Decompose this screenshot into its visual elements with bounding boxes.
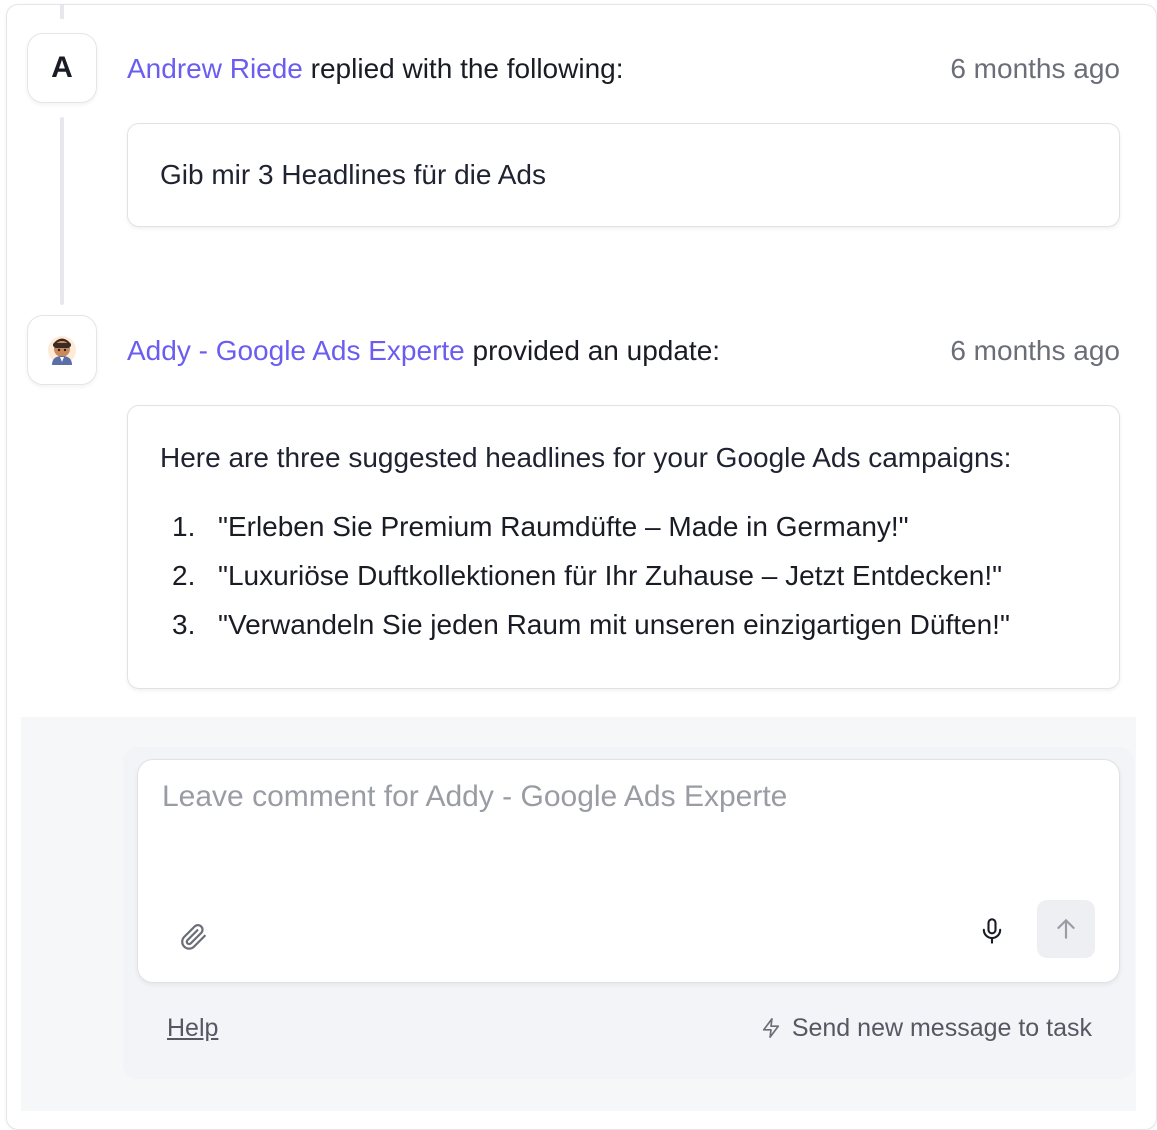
activity-card: A Andrew Riede replied with the followin… xyxy=(6,4,1157,1130)
entry-timestamp: 6 months ago xyxy=(950,335,1120,366)
comment-input[interactable] xyxy=(162,780,1095,814)
author-name[interactable]: Andrew Riede xyxy=(127,53,303,84)
list-item: 1. "Erleben Sie Premium Raumdüfte – Made… xyxy=(160,502,1087,551)
update-bubble: Here are three suggested headlines for y… xyxy=(127,405,1120,689)
send-hint-label: Send new message to task xyxy=(791,1013,1092,1042)
entry-header: Andrew Riede replied with the following:… xyxy=(127,49,1120,89)
list-number: 3. xyxy=(172,608,196,640)
microphone-icon xyxy=(982,918,1002,944)
entry-timestamp: 6 months ago xyxy=(950,53,1120,84)
entry-action: provided an update: xyxy=(472,335,721,366)
timeline-stub xyxy=(60,5,64,19)
send-button[interactable] xyxy=(1037,900,1095,958)
author-name[interactable]: Addy - Google Ads Experte xyxy=(127,335,465,366)
message-text: Gib mir 3 Headlines für die Ads xyxy=(160,159,546,190)
arrow-up-icon xyxy=(1057,919,1075,939)
timeline-line xyxy=(60,117,64,305)
list-item: 2. "Luxuriöse Duftkollektionen für Ihr Z… xyxy=(160,551,1087,600)
lightning-icon xyxy=(762,1018,779,1038)
composer-footer: Help Send new message to task xyxy=(167,1009,1092,1047)
help-link[interactable]: Help xyxy=(167,1014,218,1043)
entry-action: replied with the following: xyxy=(310,53,624,84)
message-bubble: Gib mir 3 Headlines für die Ads xyxy=(127,123,1120,227)
attach-button[interactable] xyxy=(176,920,210,954)
comment-composer xyxy=(137,759,1120,983)
update-intro: Here are three suggested headlines for y… xyxy=(160,442,1012,473)
send-hint[interactable]: Send new message to task xyxy=(760,1014,1092,1043)
list-number: 1. xyxy=(172,510,196,542)
avatar-addy xyxy=(27,315,97,385)
entry-header: Addy - Google Ads Experte provided an up… xyxy=(127,331,1120,371)
list-text: "Luxuriöse Duftkollektionen für Ihr Zuha… xyxy=(218,559,1003,591)
avatar-letter: A xyxy=(51,51,73,84)
list-number: 2. xyxy=(172,559,196,591)
list-text: "Verwandeln Sie jeden Raum mit unseren e… xyxy=(218,608,1010,640)
microphone-button[interactable] xyxy=(975,914,1009,948)
list-text: "Erleben Sie Premium Raumdüfte – Made in… xyxy=(218,510,909,542)
headline-list: 1. "Erleben Sie Premium Raumdüfte – Made… xyxy=(160,502,1087,649)
person-emoji-icon xyxy=(48,336,76,365)
list-item: 3. "Verwandeln Sie jeden Raum mit unsere… xyxy=(160,600,1087,649)
paperclip-icon xyxy=(181,924,206,950)
avatar-andrew: A xyxy=(27,33,97,103)
